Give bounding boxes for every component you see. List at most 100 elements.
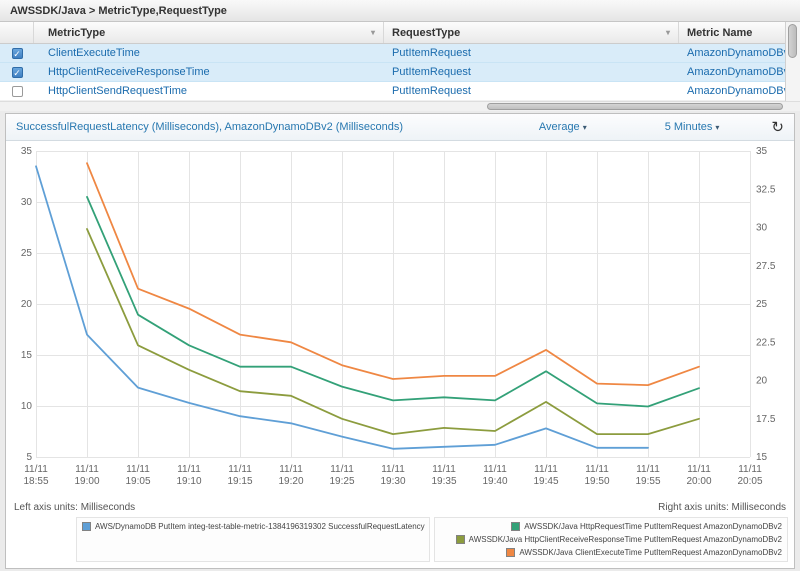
left-axis-labels: 5101520253035	[21, 146, 33, 463]
svg-text:11/11: 11/11	[330, 464, 354, 475]
metric-type-link[interactable]: HttpClientReceiveResponseTime	[48, 66, 210, 78]
column-label: RequestType	[392, 27, 460, 39]
svg-text:20:05: 20:05	[737, 476, 762, 487]
svg-text:27.5: 27.5	[756, 261, 776, 272]
svg-text:11/11: 11/11	[177, 464, 201, 475]
svg-text:19:35: 19:35	[431, 476, 456, 487]
svg-text:19:55: 19:55	[635, 476, 660, 487]
table-cell: PutItemRequest	[384, 85, 679, 97]
table-cell: HttpClientSendRequestTime	[34, 85, 384, 97]
statistic-value: Average	[539, 121, 580, 133]
column-label: Metric Name	[687, 27, 752, 39]
svg-text:19:25: 19:25	[329, 476, 354, 487]
svg-text:11/11: 11/11	[126, 464, 150, 475]
legend-right: AWSSDK/Java HttpRequestTime PutItemReque…	[434, 517, 788, 562]
table-cell: AmazonDynamoDBv2	[679, 66, 785, 78]
svg-text:35: 35	[756, 146, 768, 157]
legend-swatch	[456, 535, 465, 544]
legend-swatch	[82, 522, 91, 531]
refresh-button[interactable]: ↻	[771, 120, 784, 135]
svg-text:11/11: 11/11	[381, 464, 405, 475]
table-row[interactable]: ✓ HttpClientReceiveResponseTime PutItemReq…	[0, 63, 800, 82]
svg-text:19:45: 19:45	[533, 476, 558, 487]
chevron-down-icon: ▾	[715, 123, 719, 132]
column-label: MetricType	[48, 27, 105, 39]
metric-name-link[interactable]: AmazonDynamoDBv2	[687, 66, 785, 78]
legend-label: AWS/DynamoDB PutItem integ-test-table-me…	[95, 522, 425, 531]
vertical-scrollbar-thumb[interactable]	[788, 24, 797, 58]
vertical-scrollbar[interactable]	[785, 22, 800, 101]
request-type-link[interactable]: PutItemRequest	[392, 85, 471, 97]
svg-text:11/11: 11/11	[483, 464, 507, 475]
request-type-link[interactable]: PutItemRequest	[392, 66, 471, 78]
latency-chart: 51015202530351517.52022.52527.53032.5351…	[6, 141, 792, 499]
svg-text:11/11: 11/11	[432, 464, 456, 475]
request-type-link[interactable]: PutItemRequest	[392, 47, 471, 59]
table-cell: HttpClientReceiveResponseTime	[34, 66, 384, 78]
metric-type-link[interactable]: HttpClientSendRequestTime	[48, 85, 187, 97]
table-body: ✓ ClientExecuteTime PutItemRequest AmazonDy…	[0, 44, 800, 101]
svg-text:19:15: 19:15	[227, 476, 252, 487]
legend-label: AWSSDK/Java ClientExecuteTime PutItemReq…	[519, 548, 782, 557]
table-cell: PutItemRequest	[384, 66, 679, 78]
horizontal-scrollbar[interactable]	[0, 101, 800, 111]
svg-text:20:00: 20:00	[686, 476, 711, 487]
row-checkbox[interactable]	[12, 86, 23, 97]
table-row[interactable]: HttpClientSendRequestTime PutItemRequest A…	[0, 82, 800, 101]
svg-text:11/11: 11/11	[585, 464, 609, 475]
metric-name-link[interactable]: AmazonDynamoDBv2	[687, 47, 785, 59]
horizontal-scrollbar-thumb[interactable]	[487, 103, 783, 110]
legend-item: AWSSDK/Java HttpClientReceiveResponseTim…	[440, 533, 782, 546]
period-dropdown[interactable]: 5 Minutes ▾	[665, 121, 720, 133]
metrics-table-section: AWSSDK/Java > MetricType,RequestType Met…	[0, 0, 800, 111]
chart-panel: SuccessfulRequestLatency (Milliseconds),…	[5, 113, 795, 569]
sort-icon[interactable]: ▾	[666, 28, 670, 37]
legend-left: AWS/DynamoDB PutItem integ-test-table-me…	[76, 517, 430, 562]
svg-text:5: 5	[26, 452, 32, 463]
svg-text:15: 15	[21, 350, 33, 361]
column-header-metrictype[interactable]: MetricType ▾	[34, 22, 384, 43]
breadcrumb: AWSSDK/Java > MetricType,RequestType	[0, 0, 800, 22]
table-header-row: MetricType ▾ RequestType ▾ Metric Name	[0, 22, 800, 44]
chart-title: SuccessfulRequestLatency (Milliseconds),…	[6, 121, 539, 133]
svg-text:11/11: 11/11	[24, 464, 48, 475]
column-header-requesttype[interactable]: RequestType ▾	[384, 22, 679, 43]
svg-text:15: 15	[756, 452, 768, 463]
svg-text:11/11: 11/11	[228, 464, 252, 475]
svg-text:32.5: 32.5	[756, 184, 776, 195]
metric-type-link[interactable]: ClientExecuteTime	[48, 47, 140, 59]
row-checkbox[interactable]: ✓	[12, 67, 23, 78]
legend-item: AWSSDK/Java HttpRequestTime PutItemReque…	[440, 520, 782, 533]
select-all-cell	[0, 22, 34, 43]
table-row[interactable]: ✓ ClientExecuteTime PutItemRequest AmazonDy…	[0, 44, 800, 63]
column-header-metricname[interactable]: Metric Name	[679, 22, 785, 43]
chart-header: SuccessfulRequestLatency (Milliseconds),…	[6, 114, 794, 141]
statistic-dropdown[interactable]: Average ▾	[539, 121, 587, 133]
svg-text:11/11: 11/11	[687, 464, 711, 475]
svg-text:11/11: 11/11	[279, 464, 303, 475]
svg-text:11/11: 11/11	[534, 464, 558, 475]
svg-text:22.5: 22.5	[756, 337, 776, 348]
right-axis-labels: 1517.52022.52527.53032.535	[756, 146, 776, 463]
chevron-down-icon: ▾	[583, 123, 587, 132]
svg-text:30: 30	[756, 223, 768, 234]
svg-text:35: 35	[21, 146, 33, 157]
svg-text:10: 10	[21, 401, 33, 412]
metric-name-link[interactable]: AmazonDynamoDBv2	[687, 85, 785, 97]
checkbox-cell	[0, 86, 34, 97]
right-axis-units: Right axis units: Milliseconds	[658, 502, 786, 513]
period-value: 5 Minutes	[665, 121, 713, 133]
checkbox-cell: ✓	[0, 48, 34, 59]
gridlines	[36, 151, 751, 458]
svg-text:19:05: 19:05	[125, 476, 150, 487]
left-axis-units: Left axis units: Milliseconds	[14, 502, 135, 513]
legend-row: AWS/DynamoDB PutItem integ-test-table-me…	[76, 517, 788, 562]
row-checkbox[interactable]: ✓	[12, 48, 23, 59]
x-axis-labels: 11/1118:5511/1119:0011/1119:0511/1119:10…	[23, 464, 762, 487]
legend-item: AWS/DynamoDB PutItem integ-test-table-me…	[82, 520, 424, 533]
legend-label: AWSSDK/Java HttpClientReceiveResponseTim…	[469, 535, 782, 544]
breadcrumb-text: AWSSDK/Java > MetricType,RequestType	[10, 5, 227, 17]
svg-text:30: 30	[21, 197, 33, 208]
svg-text:19:30: 19:30	[380, 476, 405, 487]
sort-icon[interactable]: ▾	[371, 28, 375, 37]
